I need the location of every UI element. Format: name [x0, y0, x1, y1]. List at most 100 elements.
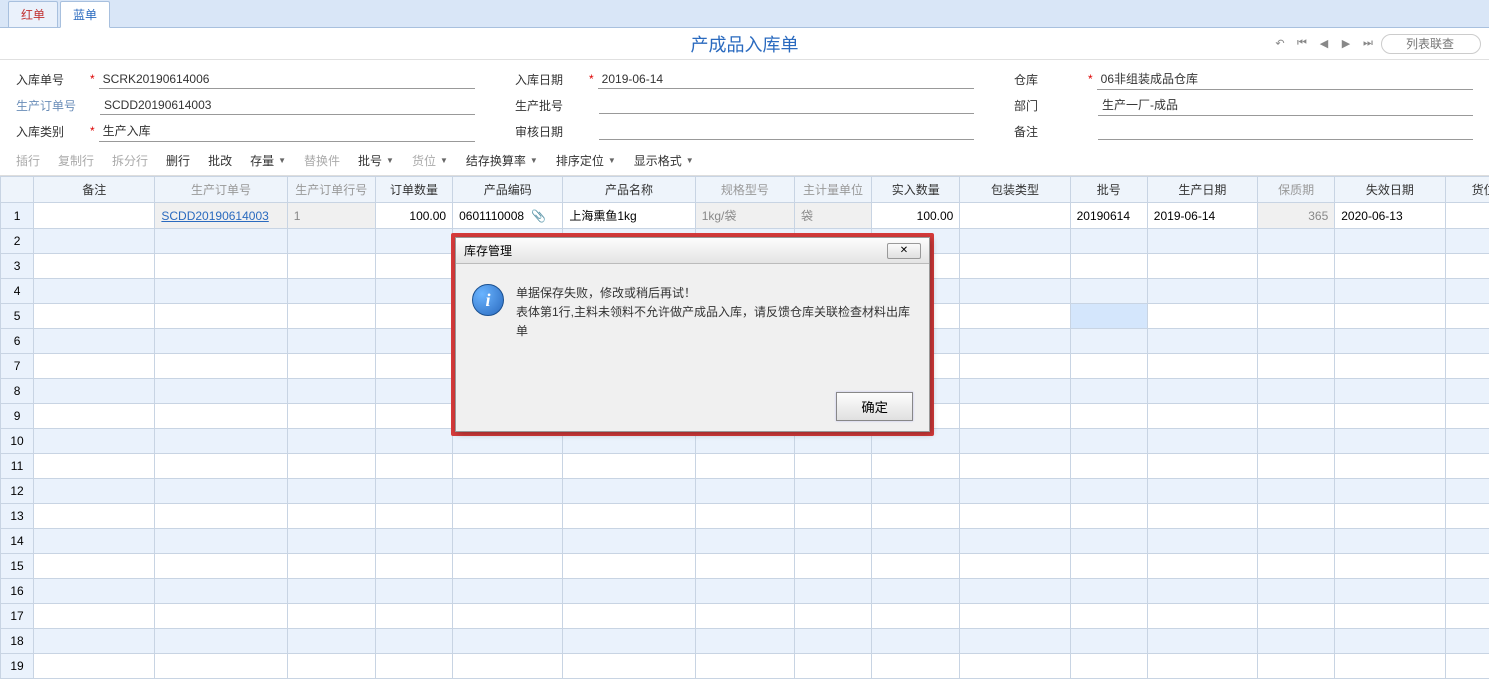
cell[interactable] [872, 529, 960, 554]
cell-shelf[interactable]: 365 [1258, 203, 1335, 229]
cell[interactable] [453, 454, 563, 479]
cell-prod-name[interactable]: 上海熏鱼1kg [563, 203, 695, 229]
nav-first-icon[interactable]: ⏮ [1293, 35, 1311, 53]
cell[interactable] [1335, 279, 1445, 304]
cell-prod-order[interactable]: SCDD20190614003 [155, 203, 287, 229]
cell[interactable] [1258, 604, 1335, 629]
cell[interactable] [34, 579, 155, 604]
cell[interactable] [960, 229, 1070, 254]
cell[interactable] [1445, 479, 1489, 504]
cell[interactable] [155, 304, 287, 329]
act-copy-row[interactable]: 复制行 [58, 152, 94, 169]
table-row[interactable]: 17 [1, 604, 1489, 629]
cell[interactable] [960, 329, 1070, 354]
cell[interactable] [960, 279, 1070, 304]
cell[interactable] [375, 654, 452, 679]
cell-spec[interactable]: 1kg/袋 [695, 203, 794, 229]
cell[interactable] [375, 354, 452, 379]
table-row[interactable]: 11 [1, 454, 1489, 479]
cell[interactable] [1445, 579, 1489, 604]
cell[interactable] [1445, 354, 1489, 379]
cell[interactable] [872, 579, 960, 604]
act-lot[interactable]: 批号▼ [358, 152, 394, 169]
cell[interactable] [1335, 354, 1445, 379]
cell[interactable] [872, 654, 960, 679]
cell[interactable] [1445, 379, 1489, 404]
nav-next-icon[interactable]: ▶ [1337, 35, 1355, 53]
cell[interactable] [287, 379, 375, 404]
cell[interactable] [34, 354, 155, 379]
cell[interactable] [1147, 404, 1257, 429]
table-row[interactable]: 12 [1, 479, 1489, 504]
cell[interactable] [1070, 254, 1147, 279]
cell[interactable] [287, 504, 375, 529]
cell[interactable] [287, 654, 375, 679]
cell[interactable] [375, 279, 452, 304]
cell[interactable] [155, 529, 287, 554]
cell[interactable] [1070, 354, 1147, 379]
cell[interactable] [287, 304, 375, 329]
cell[interactable] [960, 579, 1070, 604]
field-warehouse[interactable]: 06非组装成品仓库 [1097, 68, 1473, 90]
cell[interactable] [1258, 229, 1335, 254]
cell[interactable] [695, 579, 794, 604]
cell[interactable] [960, 429, 1070, 454]
cell[interactable] [695, 654, 794, 679]
cell[interactable] [1070, 329, 1147, 354]
cell[interactable] [1070, 579, 1147, 604]
cell[interactable] [960, 604, 1070, 629]
field-inbound-date[interactable]: 2019-06-14 [598, 70, 974, 89]
cell[interactable] [695, 454, 794, 479]
cell[interactable] [960, 254, 1070, 279]
cell[interactable] [287, 579, 375, 604]
cell[interactable] [1147, 479, 1257, 504]
cell[interactable] [287, 604, 375, 629]
cell[interactable] [287, 454, 375, 479]
cell[interactable] [1258, 479, 1335, 504]
col-exp-date[interactable]: 失效日期 [1335, 177, 1445, 203]
cell[interactable] [155, 229, 287, 254]
field-dept[interactable]: 生产一厂-成品 [1098, 94, 1473, 116]
cell-mfg-date[interactable]: 2019-06-14 [1147, 203, 1257, 229]
cell[interactable] [794, 479, 871, 504]
cell[interactable] [1070, 654, 1147, 679]
cell[interactable] [1070, 604, 1147, 629]
cell[interactable] [34, 379, 155, 404]
cell[interactable] [1335, 504, 1445, 529]
cell[interactable] [1445, 554, 1489, 579]
cell[interactable] [695, 479, 794, 504]
cell[interactable] [1258, 579, 1335, 604]
cell[interactable] [1147, 329, 1257, 354]
cell-prod-code[interactable]: 0601110008 📎 [453, 203, 563, 229]
cell[interactable] [1258, 329, 1335, 354]
cell[interactable] [1445, 654, 1489, 679]
cell[interactable] [1258, 404, 1335, 429]
cell[interactable] [1335, 554, 1445, 579]
cell-prod-line[interactable]: 1 [287, 203, 375, 229]
undo-icon[interactable]: ↶ [1271, 35, 1289, 53]
cell[interactable] [1335, 454, 1445, 479]
cell[interactable] [155, 254, 287, 279]
cell[interactable] [1147, 654, 1257, 679]
cell[interactable] [563, 479, 695, 504]
act-insert-row[interactable]: 插行 [16, 152, 40, 169]
cell[interactable] [34, 404, 155, 429]
cell[interactable] [1258, 304, 1335, 329]
cell[interactable] [960, 504, 1070, 529]
col-order-qty[interactable]: 订单数量 [375, 177, 452, 203]
cell[interactable] [1070, 454, 1147, 479]
cell[interactable] [1335, 254, 1445, 279]
cell[interactable] [695, 604, 794, 629]
field-prod-order[interactable]: SCDD20190614003 [100, 96, 475, 115]
cell[interactable] [1445, 254, 1489, 279]
cell[interactable] [375, 254, 452, 279]
cell[interactable] [872, 479, 960, 504]
cell[interactable] [1258, 279, 1335, 304]
table-row[interactable]: 13 [1, 504, 1489, 529]
table-row[interactable]: 16 [1, 579, 1489, 604]
cell[interactable] [1445, 229, 1489, 254]
cell[interactable] [1335, 379, 1445, 404]
cell[interactable] [1258, 379, 1335, 404]
cell[interactable] [1258, 654, 1335, 679]
cell[interactable] [960, 304, 1070, 329]
